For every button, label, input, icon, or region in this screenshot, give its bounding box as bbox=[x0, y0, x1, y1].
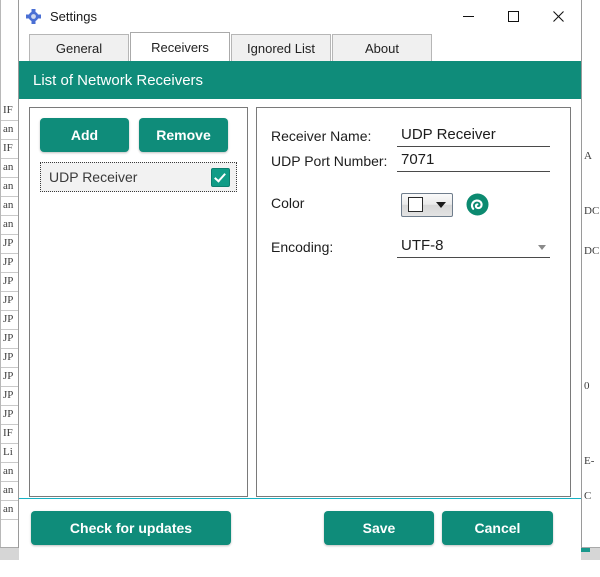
tab-ignored-list-label: Ignored List bbox=[247, 40, 315, 56]
background-text-fragment: JP bbox=[3, 256, 14, 268]
background-text-fragment: DC bbox=[584, 245, 600, 257]
save-button[interactable]: Save bbox=[324, 511, 434, 545]
background-text-fragment: JP bbox=[3, 237, 14, 249]
tab-about[interactable]: About bbox=[332, 34, 432, 61]
remove-button[interactable]: Remove bbox=[139, 118, 228, 152]
background-text-fragment: an bbox=[3, 465, 14, 477]
form-spacer bbox=[271, 176, 550, 192]
reset-color-icon[interactable] bbox=[465, 192, 490, 217]
receiver-details-panel: Receiver Name: UDP Receiver UDP Port Num… bbox=[256, 107, 571, 497]
background-text-fragment: JP bbox=[3, 351, 14, 363]
section-header: List of Network Receivers bbox=[19, 61, 581, 99]
window-controls bbox=[446, 0, 581, 32]
add-button[interactable]: Add bbox=[40, 118, 129, 152]
color-label: Color bbox=[271, 195, 305, 211]
settings-dialog: Settings General Receivers Ignored List … bbox=[18, 0, 582, 577]
page-title: List of Network Receivers bbox=[33, 71, 204, 89]
receiver-name-label: Receiver Name: bbox=[271, 128, 372, 144]
color-swatch bbox=[408, 197, 424, 212]
receiver-name-input[interactable]: UDP Receiver bbox=[397, 126, 550, 147]
check-for-updates-button[interactable]: Check for updates bbox=[31, 511, 231, 545]
background-text-fragment: Li bbox=[3, 446, 13, 458]
encoding-value: UTF-8 bbox=[401, 237, 444, 254]
background-text-fragment: DC bbox=[584, 205, 600, 217]
udp-port-input[interactable]: 7071 bbox=[397, 151, 550, 172]
tab-ignored-list[interactable]: Ignored List bbox=[231, 34, 331, 61]
title-bar: Settings bbox=[19, 0, 581, 32]
chevron-down-icon bbox=[538, 245, 546, 250]
background-text-fragment: IF bbox=[3, 142, 13, 154]
background-text-fragment: E- bbox=[584, 455, 595, 467]
receiver-list: UDP Receiver bbox=[40, 162, 237, 192]
background-text-fragment: JP bbox=[3, 389, 14, 401]
background-text-fragment: C bbox=[584, 490, 592, 502]
list-item[interactable]: UDP Receiver bbox=[40, 162, 237, 192]
list-item-checkbox[interactable] bbox=[211, 167, 230, 187]
tab-bar: General Receivers Ignored List About bbox=[19, 32, 581, 61]
tab-receivers[interactable]: Receivers bbox=[130, 32, 230, 61]
background-text-fragment: A bbox=[584, 150, 592, 162]
window-title: Settings bbox=[50, 8, 97, 24]
chevron-down-icon bbox=[435, 201, 446, 208]
background-text-fragment: JP bbox=[3, 408, 14, 420]
minimize-icon[interactable] bbox=[446, 0, 491, 32]
encoding-label: Encoding: bbox=[271, 239, 334, 255]
color-picker-button[interactable] bbox=[401, 192, 453, 217]
background-text-fragment: JP bbox=[3, 294, 14, 306]
encoding-row: Encoding: UTF-8 bbox=[271, 237, 550, 258]
encoding-select[interactable]: UTF-8 bbox=[397, 237, 550, 258]
tab-general-label: General bbox=[55, 40, 103, 56]
background-text-fragment: an bbox=[3, 218, 14, 230]
background-text-fragment: an bbox=[3, 503, 14, 515]
dialog-body: Add Remove UDP Receiver Receiver Name: U… bbox=[19, 99, 581, 498]
list-actions: Add Remove bbox=[40, 118, 237, 152]
background-text-fragment: an bbox=[3, 180, 14, 192]
background-text-fragment: an bbox=[3, 161, 14, 173]
tab-about-label: About bbox=[365, 40, 399, 56]
network-settings-icon bbox=[25, 8, 42, 25]
color-row: Color bbox=[271, 192, 550, 217]
close-icon[interactable] bbox=[536, 0, 581, 32]
list-item-label: UDP Receiver bbox=[49, 169, 138, 185]
background-text-fragment: JP bbox=[3, 313, 14, 325]
form-spacer-2 bbox=[271, 221, 550, 237]
tab-general[interactable]: General bbox=[29, 34, 129, 61]
receiver-name-row: Receiver Name: UDP Receiver bbox=[271, 126, 550, 147]
maximize-icon[interactable] bbox=[491, 0, 536, 32]
background-text-fragment: JP bbox=[3, 332, 14, 344]
udp-port-label: UDP Port Number: bbox=[271, 153, 388, 169]
background-text-fragment: an bbox=[3, 123, 14, 135]
background-text-fragment: JP bbox=[3, 275, 14, 287]
dialog-footer: Check for updates Save Cancel bbox=[19, 499, 581, 577]
tab-receivers-label: Receivers bbox=[151, 39, 209, 55]
background-text-fragment: JP bbox=[3, 370, 14, 382]
background-text-fragment: IF bbox=[3, 104, 13, 116]
cancel-button[interactable]: Cancel bbox=[442, 511, 553, 545]
background-text-fragment: 0 bbox=[584, 380, 590, 392]
background-text-fragment: an bbox=[3, 199, 14, 211]
receiver-list-panel: Add Remove UDP Receiver bbox=[29, 107, 248, 497]
background-text-fragment: an bbox=[3, 484, 14, 496]
udp-port-row: UDP Port Number: 7071 bbox=[271, 151, 550, 172]
background-text-fragment: IF bbox=[3, 427, 13, 439]
